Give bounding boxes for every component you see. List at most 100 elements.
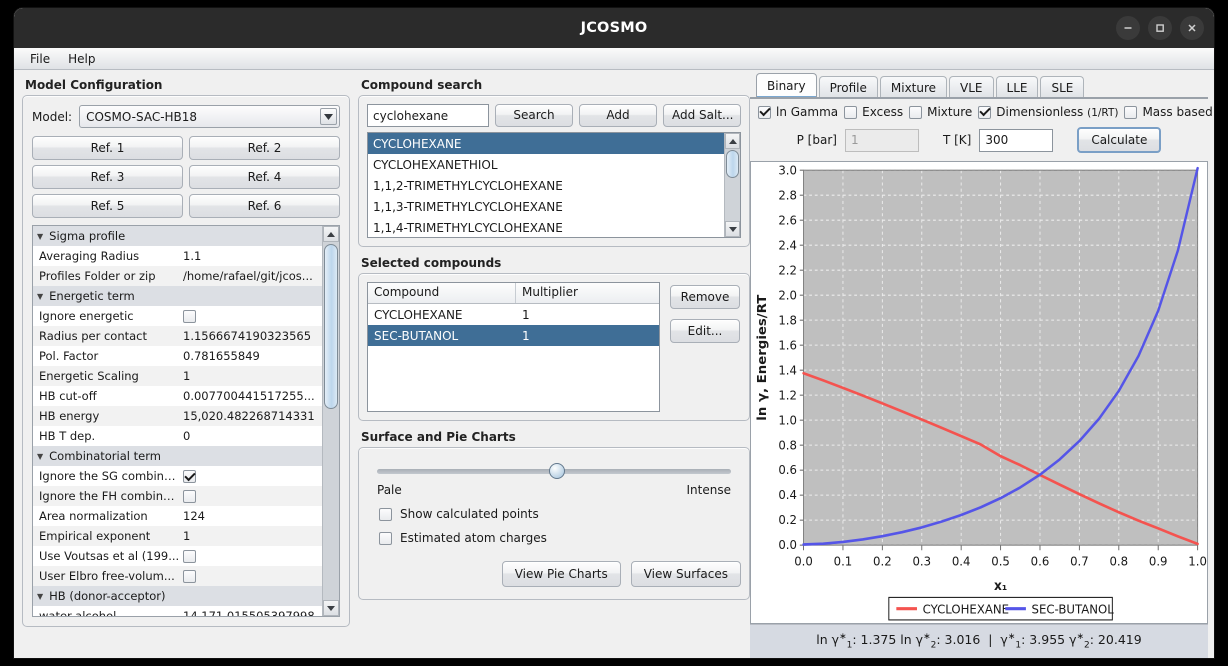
option-checkbox[interactable] xyxy=(758,105,771,119)
tab-mixture[interactable]: Mixture xyxy=(879,76,948,98)
slider-knob[interactable] xyxy=(548,463,565,479)
edit-button[interactable]: Edit... xyxy=(670,319,740,343)
option-excess[interactable]: Excess xyxy=(844,105,903,119)
property-row[interactable]: Pol. Factor 0.781655849 xyxy=(33,346,322,366)
chevron-down-icon[interactable]: ▼ xyxy=(37,452,43,461)
chevron-down-icon[interactable]: ▼ xyxy=(37,592,43,601)
intensity-slider[interactable] xyxy=(377,462,731,480)
property-row[interactable]: Ignore energetic xyxy=(33,306,322,326)
property-row[interactable]: User Elbro free-volum... xyxy=(33,566,322,586)
property-row[interactable]: Ignore the FH combina... xyxy=(33,486,322,506)
property-row[interactable]: Averaging Radius 1.1 xyxy=(33,246,322,266)
list-item[interactable]: CYCLOHEXANETHIOL xyxy=(368,154,724,175)
property-row[interactable]: Ignore the SG combina... xyxy=(33,466,322,486)
property-row[interactable]: Empirical exponent 1 xyxy=(33,526,322,546)
property-row[interactable]: Radius per contact 1.1566674190323565 xyxy=(33,326,322,346)
maximize-button[interactable] xyxy=(1148,16,1172,40)
chevron-down-icon[interactable]: ▼ xyxy=(37,232,43,241)
property-value[interactable]: 1 xyxy=(181,369,322,383)
property-value[interactable]: 14,171.015505397998 xyxy=(181,609,322,616)
remove-button[interactable]: Remove xyxy=(670,285,740,309)
tab-sle[interactable]: SLE xyxy=(1040,76,1085,98)
model-select[interactable]: COSMO-SAC-HB18 xyxy=(79,105,340,128)
add-salt-button[interactable]: Add Salt... xyxy=(663,104,741,127)
property-value[interactable] xyxy=(181,489,322,503)
property-row[interactable]: Profiles Folder or zip/home/rafael/git/j… xyxy=(33,266,322,286)
property-row[interactable]: water-alcohol 14,171.015505397998 xyxy=(33,606,322,616)
option-checkbox[interactable] xyxy=(978,105,992,119)
minimize-button[interactable] xyxy=(1116,16,1140,40)
tab-profile[interactable]: Profile xyxy=(818,76,878,98)
tab-lle[interactable]: LLE xyxy=(995,76,1039,98)
property-value[interactable]: 15,020.482268714331 xyxy=(181,409,322,423)
scroll-up-button[interactable] xyxy=(323,226,339,242)
property-value[interactable]: 0.007700441517255... xyxy=(181,389,322,403)
add-button[interactable]: Add xyxy=(579,104,657,127)
tab-vle[interactable]: VLE xyxy=(949,76,994,98)
property-row[interactable]: HB cut-off 0.007700441517255... xyxy=(33,386,322,406)
ref-6-button[interactable]: Ref. 6 xyxy=(189,194,340,218)
property-row[interactable]: HB T dep. 0 xyxy=(33,426,322,446)
chevron-down-icon[interactable] xyxy=(320,108,337,125)
estimated-atom-charges-row[interactable]: Estimated atom charges xyxy=(379,531,741,545)
chevron-down-icon[interactable]: ▼ xyxy=(37,292,43,301)
tab-binary[interactable]: Binary xyxy=(756,73,817,98)
show-calculated-points-checkbox[interactable] xyxy=(379,507,392,521)
list-item[interactable]: 1,1,3-TRIMETHYLCYCLOHEXANE xyxy=(368,196,724,217)
option-mixture[interactable]: Mixture xyxy=(909,105,972,119)
property-checkbox[interactable] xyxy=(183,550,196,563)
property-group-row[interactable]: ▼ HB (donor-acceptor) xyxy=(33,586,322,606)
property-value[interactable]: 1.1566674190323565 xyxy=(181,329,322,343)
property-row[interactable]: Energetic Scaling 1 xyxy=(33,366,322,386)
property-group-row[interactable]: ▼ Sigma profile xyxy=(33,226,322,246)
property-value[interactable]: 0 xyxy=(181,429,322,443)
compound-results-list[interactable]: CYCLOHEXANE CYCLOHEXANETHIOL 1,1,2-TRIMETH… xyxy=(367,132,741,238)
compound-search-input[interactable]: cyclohexane xyxy=(367,104,489,127)
close-button[interactable] xyxy=(1180,16,1204,40)
property-checkbox[interactable] xyxy=(183,570,196,583)
option-ln-gamma[interactable]: ln Gamma xyxy=(758,105,838,119)
menu-item-file[interactable]: File xyxy=(23,50,57,68)
show-calculated-points-row[interactable]: Show calculated points xyxy=(379,507,741,521)
ref-1-button[interactable]: Ref. 1 xyxy=(32,136,183,160)
property-value[interactable]: 1 xyxy=(181,529,322,543)
selected-compounds-table[interactable]: Compound Multiplier CYCLOHEXANE 1 SEC-BUTA… xyxy=(367,282,660,412)
property-value[interactable] xyxy=(181,469,322,483)
property-value[interactable]: 0.781655849 xyxy=(181,349,322,363)
results-scroll-thumb[interactable] xyxy=(726,150,739,178)
scroll-down-button[interactable] xyxy=(323,600,339,616)
property-group-row[interactable]: ▼ Energetic term xyxy=(33,286,322,306)
property-value[interactable] xyxy=(181,549,322,563)
option-dimensionless-1-rt[interactable]: Dimensionless (1/RT) xyxy=(978,105,1118,119)
ref-2-button[interactable]: Ref. 2 xyxy=(189,136,340,160)
table-row[interactable]: CYCLOHEXANE 1 xyxy=(368,304,659,325)
option-checkbox[interactable] xyxy=(1124,105,1138,119)
ref-3-button[interactable]: Ref. 3 xyxy=(32,165,183,189)
property-value[interactable]: /home/rafael/git/jcos... xyxy=(181,269,322,283)
option-mass-based[interactable]: Mass based xyxy=(1124,105,1213,119)
property-group-row[interactable]: ▼ Combinatorial term xyxy=(33,446,322,466)
property-checkbox[interactable] xyxy=(183,470,196,483)
property-checkbox[interactable] xyxy=(183,490,196,503)
property-value[interactable] xyxy=(181,569,322,583)
view-surfaces-button[interactable]: View Surfaces xyxy=(630,561,741,587)
results-scrollbar[interactable] xyxy=(724,133,740,237)
temperature-input[interactable]: 300 xyxy=(979,128,1054,152)
list-item[interactable]: 1,1,4-TRIMETHYLCYCLOHEXANE xyxy=(368,217,724,237)
option-checkbox[interactable] xyxy=(844,105,858,119)
property-value[interactable]: 124 xyxy=(181,509,322,523)
property-scrollbar[interactable] xyxy=(322,226,339,616)
table-row[interactable]: SEC-BUTANOL 1 xyxy=(368,325,659,346)
scroll-track[interactable] xyxy=(323,242,339,600)
binary-gamma-chart[interactable]: 0.0 0.2 0.4 0.6 0.8 1.0 1.2 1.4 1.6 1.8 2.0 2.2 2.4 2… xyxy=(750,161,1208,624)
property-checkbox[interactable] xyxy=(183,310,196,323)
estimated-atom-charges-checkbox[interactable] xyxy=(379,531,392,545)
property-row[interactable]: Use Voutsas et al (199... xyxy=(33,546,322,566)
option-checkbox[interactable] xyxy=(909,105,923,119)
menu-item-help[interactable]: Help xyxy=(61,50,102,68)
property-row[interactable]: Area normalization 124 xyxy=(33,506,322,526)
property-row[interactable]: HB energy 15,020.482268714331 xyxy=(33,406,322,426)
property-value[interactable] xyxy=(181,309,322,323)
view-pie-charts-button[interactable]: View Pie Charts xyxy=(501,561,621,587)
ref-4-button[interactable]: Ref. 4 xyxy=(189,165,340,189)
